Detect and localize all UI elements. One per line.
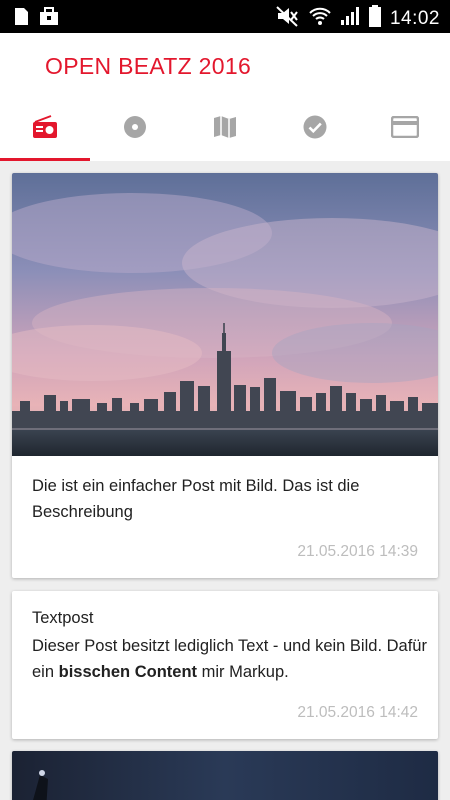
- mute-icon: [276, 5, 300, 32]
- post-date: 21.05.2016 14:39: [297, 543, 418, 560]
- post-feed: Die ist ein einfacher Post mit Bild. Das…: [0, 161, 450, 800]
- post-date: 21.05.2016 14:42: [297, 704, 418, 721]
- app-title: OPEN BEATZ 2016: [45, 53, 252, 79]
- tab-bar: [0, 97, 450, 161]
- tab-card[interactable]: [360, 97, 450, 161]
- signal-icon: [340, 6, 360, 31]
- post-body-text-end: mir Markup.: [197, 663, 289, 681]
- status-bar: 14:02: [0, 0, 450, 33]
- night-sky-photo: [12, 751, 438, 800]
- battery-icon: [368, 5, 381, 32]
- card-icon: [390, 115, 420, 143]
- app-bar: OPEN BEATZ 2016: [0, 33, 450, 161]
- post-body-bold: bisschen Content: [58, 663, 198, 681]
- post-card[interactable]: Textpost Dieser Post besitzt lediglich T…: [12, 591, 438, 739]
- sim-card-icon: [14, 7, 29, 31]
- post-card[interactable]: [12, 751, 438, 800]
- post-title: Textpost: [32, 609, 94, 627]
- status-time: 14:02: [389, 7, 440, 29]
- tab-check[interactable]: [270, 97, 360, 161]
- post-description: Die ist ein einfacher Post mit Bild. Das…: [32, 477, 360, 521]
- tab-disc[interactable]: [90, 97, 180, 161]
- map-icon: [213, 115, 237, 144]
- post-card[interactable]: Die ist ein einfacher Post mit Bild. Das…: [12, 173, 438, 578]
- tab-map[interactable]: [180, 97, 270, 161]
- disc-icon: [123, 115, 147, 144]
- check-circle-icon: [303, 115, 327, 144]
- city-skyline-photo: [12, 173, 438, 456]
- radio-icon: [32, 114, 58, 144]
- tab-radio[interactable]: [0, 97, 90, 161]
- post-body: Dieser Post besitzt lediglich Text - und…: [32, 633, 428, 685]
- wifi-icon: [309, 6, 331, 31]
- briefcase-icon: [39, 7, 59, 31]
